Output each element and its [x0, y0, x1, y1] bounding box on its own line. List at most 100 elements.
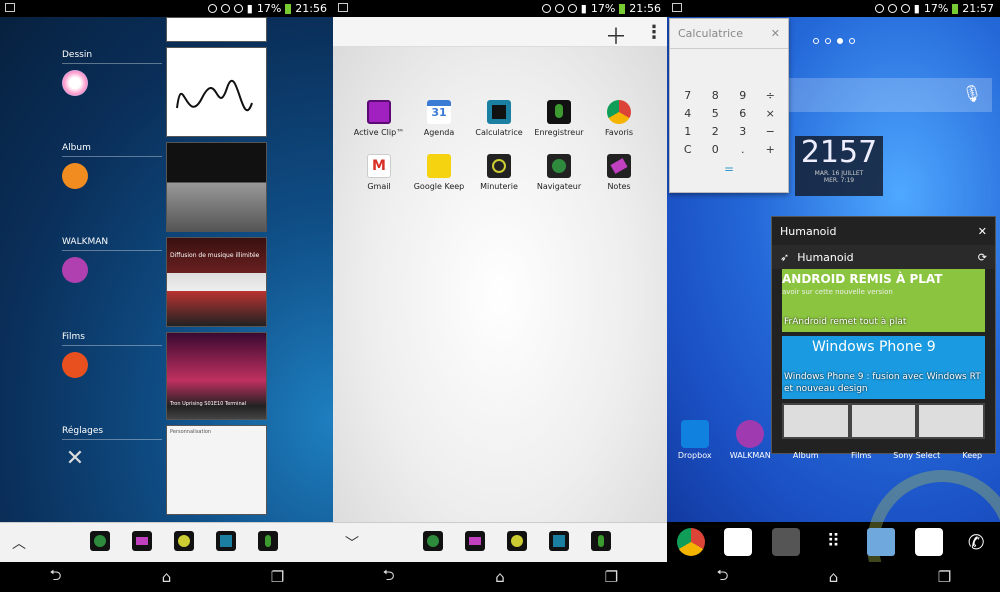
recorder-small-app-icon[interactable]: [258, 531, 278, 551]
calc-key[interactable]: −: [757, 125, 785, 138]
shortcut-keep[interactable]: Keep: [945, 420, 1000, 460]
calc-key[interactable]: 7: [674, 89, 702, 102]
calc-key[interactable]: 0: [702, 143, 730, 156]
recent-thumb-dessin[interactable]: [166, 47, 267, 137]
calc-key[interactable]: 1: [674, 125, 702, 138]
news-card[interactable]: ANDROID REMIS À PLAT avoir sur cette nou…: [782, 269, 985, 332]
close-icon[interactable]: ✕: [978, 225, 987, 238]
messaging-icon[interactable]: [914, 528, 943, 556]
google-search-bar[interactable]: 🎙: [782, 78, 992, 112]
section-films[interactable]: Films: [62, 332, 162, 378]
browser-small-app-icon[interactable]: [423, 531, 443, 551]
clock-widget[interactable]: 2157 MAR. 16 JUILLET MER. 7:19: [795, 136, 883, 196]
section-walkman[interactable]: WALKMAN: [62, 237, 162, 283]
album-icon[interactable]: [62, 163, 88, 189]
calculator-display: [670, 49, 788, 89]
calc-key[interactable]: 9: [729, 89, 757, 102]
rocket-icon: ➶: [780, 250, 790, 264]
recents-icon[interactable]: ❐: [591, 568, 631, 586]
app-notes[interactable]: Notes: [589, 154, 649, 192]
back-icon[interactable]: ⮌: [703, 565, 743, 590]
notes-small-app-icon[interactable]: [132, 531, 152, 551]
calc-key[interactable]: 2: [702, 125, 730, 138]
calc-key[interactable]: C: [674, 143, 702, 156]
calendar-icon: 31: [427, 100, 451, 124]
films-icon[interactable]: [62, 352, 88, 378]
back-icon[interactable]: ⮌: [369, 565, 409, 590]
app-gmail[interactable]: M Gmail: [349, 154, 409, 192]
section-album[interactable]: Album: [62, 143, 162, 189]
timer-small-app-icon[interactable]: [507, 531, 527, 551]
notes-small-app-icon[interactable]: [465, 531, 485, 551]
calculator-small-app-icon[interactable]: [216, 531, 236, 551]
app-label: Navigateur: [536, 182, 582, 191]
app-navigateur[interactable]: Navigateur: [529, 154, 589, 192]
shortcut-dropbox[interactable]: Dropbox: [667, 420, 722, 460]
chevron-up-icon[interactable]: ︿: [0, 523, 38, 563]
sketch-icon[interactable]: [62, 70, 88, 96]
recent-thumb-reglages[interactable]: Personnalisation: [166, 425, 267, 515]
recent-thumb-films[interactable]: Tron Uprising S01E10 Terminal: [166, 332, 267, 420]
recent-thumb-album[interactable]: [166, 142, 267, 232]
calc-key[interactable]: 4: [674, 107, 702, 120]
app-active-clip[interactable]: Active Clip™: [349, 100, 409, 138]
walkman-icon[interactable]: [62, 257, 88, 283]
card-subline: avoir sur cette nouvelle version: [782, 288, 893, 296]
recent-thumb-walkman[interactable]: Diffusion de musique illimitée: [166, 237, 267, 327]
app-enregistreur[interactable]: Enregistreur: [529, 100, 589, 138]
sync-icon[interactable]: ⟳: [978, 251, 987, 264]
calc-key[interactable]: 5: [702, 107, 730, 120]
calculator-small-app-icon[interactable]: [549, 531, 569, 551]
chevron-down-icon[interactable]: ﹀: [333, 523, 371, 563]
recent-thumb-browser[interactable]: [166, 17, 267, 42]
calc-equals-key[interactable]: =: [670, 162, 788, 176]
app-agenda[interactable]: 31 Agenda: [409, 100, 469, 138]
humanoid-widget[interactable]: Humanoid ✕ ➶ Humanoid ⟳ ANDROID REMIS À …: [771, 216, 996, 454]
nav-bar: ⮌ ⌂ ❐: [0, 562, 333, 592]
calc-key[interactable]: 6: [729, 107, 757, 120]
calculator-small-app[interactable]: Calculatrice ✕ 7 8 9 ÷ 4 5 6 × 1 2 3 − C…: [669, 18, 789, 193]
calc-key[interactable]: 8: [702, 89, 730, 102]
app-label: Favoris: [604, 128, 634, 137]
shortcut-album[interactable]: Album: [778, 420, 833, 460]
shortcut-films[interactable]: Films: [834, 420, 889, 460]
phone-icon[interactable]: ✆: [962, 528, 990, 556]
calc-key[interactable]: 3: [729, 125, 757, 138]
home-icon[interactable]: ⌂: [480, 568, 520, 586]
calc-key[interactable]: ÷: [757, 89, 785, 102]
microphone-icon[interactable]: 🎙: [962, 84, 982, 103]
films-icon: [847, 420, 875, 448]
shortcut-sony-select[interactable]: Sony Select: [889, 420, 944, 460]
calc-key[interactable]: ×: [757, 107, 785, 120]
timer-icon: [487, 154, 511, 178]
close-icon[interactable]: ✕: [771, 27, 780, 40]
browser-small-app-icon[interactable]: [90, 531, 110, 551]
plus-icon[interactable]: ＋: [605, 19, 627, 51]
app-google-keep[interactable]: Google Keep: [409, 154, 469, 192]
more-vert-icon[interactable]: ⋮: [645, 22, 663, 43]
app-calculatrice[interactable]: Calculatrice: [469, 100, 529, 138]
app-drawer-icon[interactable]: ⠿: [819, 528, 847, 556]
news-card[interactable]: Windows Phone 9 Windows Phone 9 : fusion…: [782, 336, 985, 399]
chrome-icon[interactable]: [676, 528, 705, 556]
section-reglages[interactable]: Réglages ✕: [62, 426, 162, 472]
camera-icon[interactable]: [771, 528, 800, 556]
shortcut-walkman[interactable]: WALKMAN: [723, 420, 778, 460]
section-dessin[interactable]: Dessin: [62, 50, 162, 96]
play-store-icon[interactable]: [724, 528, 753, 556]
home-icon[interactable]: ⌂: [147, 568, 187, 586]
home-icon[interactable]: ⌂: [814, 568, 854, 586]
settings-tools-icon[interactable]: ✕: [62, 446, 88, 472]
recorder-small-app-icon[interactable]: [591, 531, 611, 551]
app-favoris[interactable]: Favoris: [589, 100, 649, 138]
recents-icon[interactable]: ❐: [258, 568, 298, 586]
back-icon[interactable]: ⮌: [36, 565, 76, 590]
email-icon[interactable]: [867, 528, 896, 556]
app-minuterie[interactable]: Minuterie: [469, 154, 529, 192]
app-label: Gmail: [367, 182, 391, 191]
recents-icon[interactable]: ❐: [925, 568, 965, 586]
calc-key[interactable]: .: [729, 143, 757, 156]
signal-icon: ▮: [913, 2, 920, 15]
calc-key[interactable]: +: [757, 143, 785, 156]
timer-small-app-icon[interactable]: [174, 531, 194, 551]
